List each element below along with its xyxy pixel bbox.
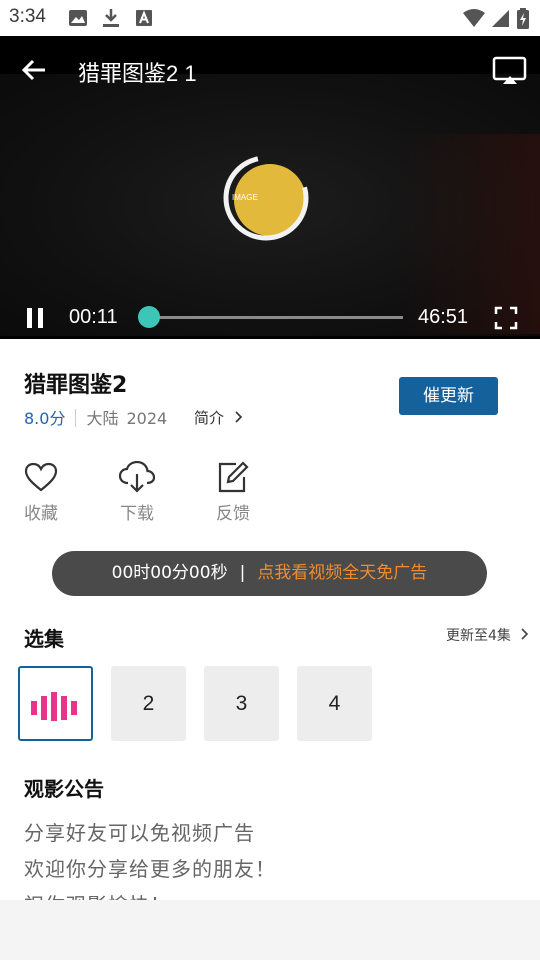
intro-label: 简介 <box>194 409 225 427</box>
favorite-label: 收藏 <box>24 504 58 524</box>
ad-free-banner[interactable]: 00时00分00秒 | 点我看视频全天免广告 <box>52 551 487 596</box>
episodes-update-status: 更新至4集 <box>446 628 511 644</box>
seek-bar[interactable] <box>148 316 403 319</box>
show-logo-image: IMAGE <box>223 155 309 241</box>
ad-timer: 00时00分00秒 <box>111 563 228 583</box>
total-time: 46:51 <box>418 306 469 328</box>
episodes-more-link[interactable]: 更新至4集 <box>446 625 529 645</box>
intro-link[interactable]: 简介 <box>194 407 243 428</box>
edit-icon <box>218 461 249 493</box>
episode-3-button[interactable]: 3 <box>204 666 279 741</box>
image-icon <box>69 10 87 26</box>
show-title: 猎罪图鉴2 <box>24 373 128 398</box>
wifi-icon <box>463 9 485 27</box>
favorite-button[interactable]: 收藏 <box>9 461 73 524</box>
video-frame: IMAGE <box>0 74 540 336</box>
now-playing-bars-icon <box>30 692 77 722</box>
episode-4-button[interactable]: 4 <box>297 666 372 741</box>
bottom-bar <box>0 900 540 960</box>
meta-divider <box>75 409 77 427</box>
chevron-right-icon <box>235 411 242 423</box>
player-title: 猎罪图鉴2 1 <box>78 61 197 86</box>
notice-line: 欢迎你分享给更多的朋友！ <box>24 857 276 881</box>
download-label: 下载 <box>120 504 154 524</box>
episode-1-button[interactable] <box>18 666 93 741</box>
download-button[interactable]: 下载 <box>105 461 169 524</box>
heart-icon <box>24 462 58 492</box>
year: 2024 <box>126 409 168 428</box>
video-player[interactable]: IMAGE 猎罪图鉴2 1 00:11 46:51 <box>0 36 540 339</box>
feedback-button[interactable]: 反馈 <box>201 461 265 524</box>
notice-title: 观影公告 <box>24 777 104 801</box>
cloud-download-icon <box>118 461 156 493</box>
svg-text:IMAGE: IMAGE <box>232 193 258 202</box>
feedback-label: 反馈 <box>216 504 250 524</box>
current-time: 00:11 <box>69 306 118 328</box>
status-bar: 3:34 <box>0 0 540 36</box>
battery-icon <box>517 8 529 29</box>
ad-free-link[interactable]: 点我看视频全天免广告 <box>257 563 427 583</box>
notice-line: 分享好友可以免视频广告 <box>24 821 255 845</box>
region: 大陆 <box>86 409 119 428</box>
signal-icon <box>492 10 509 27</box>
ad-separator: | <box>239 563 246 583</box>
cast-screen-icon[interactable] <box>492 56 528 86</box>
rating: 8.0分 <box>24 409 66 428</box>
show-meta: 8.0分 大陆 2024 <box>24 405 167 429</box>
episode-2-button[interactable]: 2 <box>111 666 186 741</box>
back-arrow-icon[interactable] <box>20 56 48 84</box>
urge-update-button[interactable]: 催更新 <box>399 377 498 415</box>
pause-icon[interactable] <box>24 306 46 330</box>
font-app-icon <box>136 10 152 26</box>
episodes-title: 选集 <box>24 627 64 651</box>
download-notification-icon <box>103 9 119 27</box>
seek-handle[interactable] <box>137 306 160 328</box>
status-time: 3:34 <box>9 6 46 27</box>
player-controls: 00:11 46:51 <box>0 300 540 339</box>
fullscreen-icon[interactable] <box>494 306 518 330</box>
chevron-right-icon <box>521 628 529 640</box>
